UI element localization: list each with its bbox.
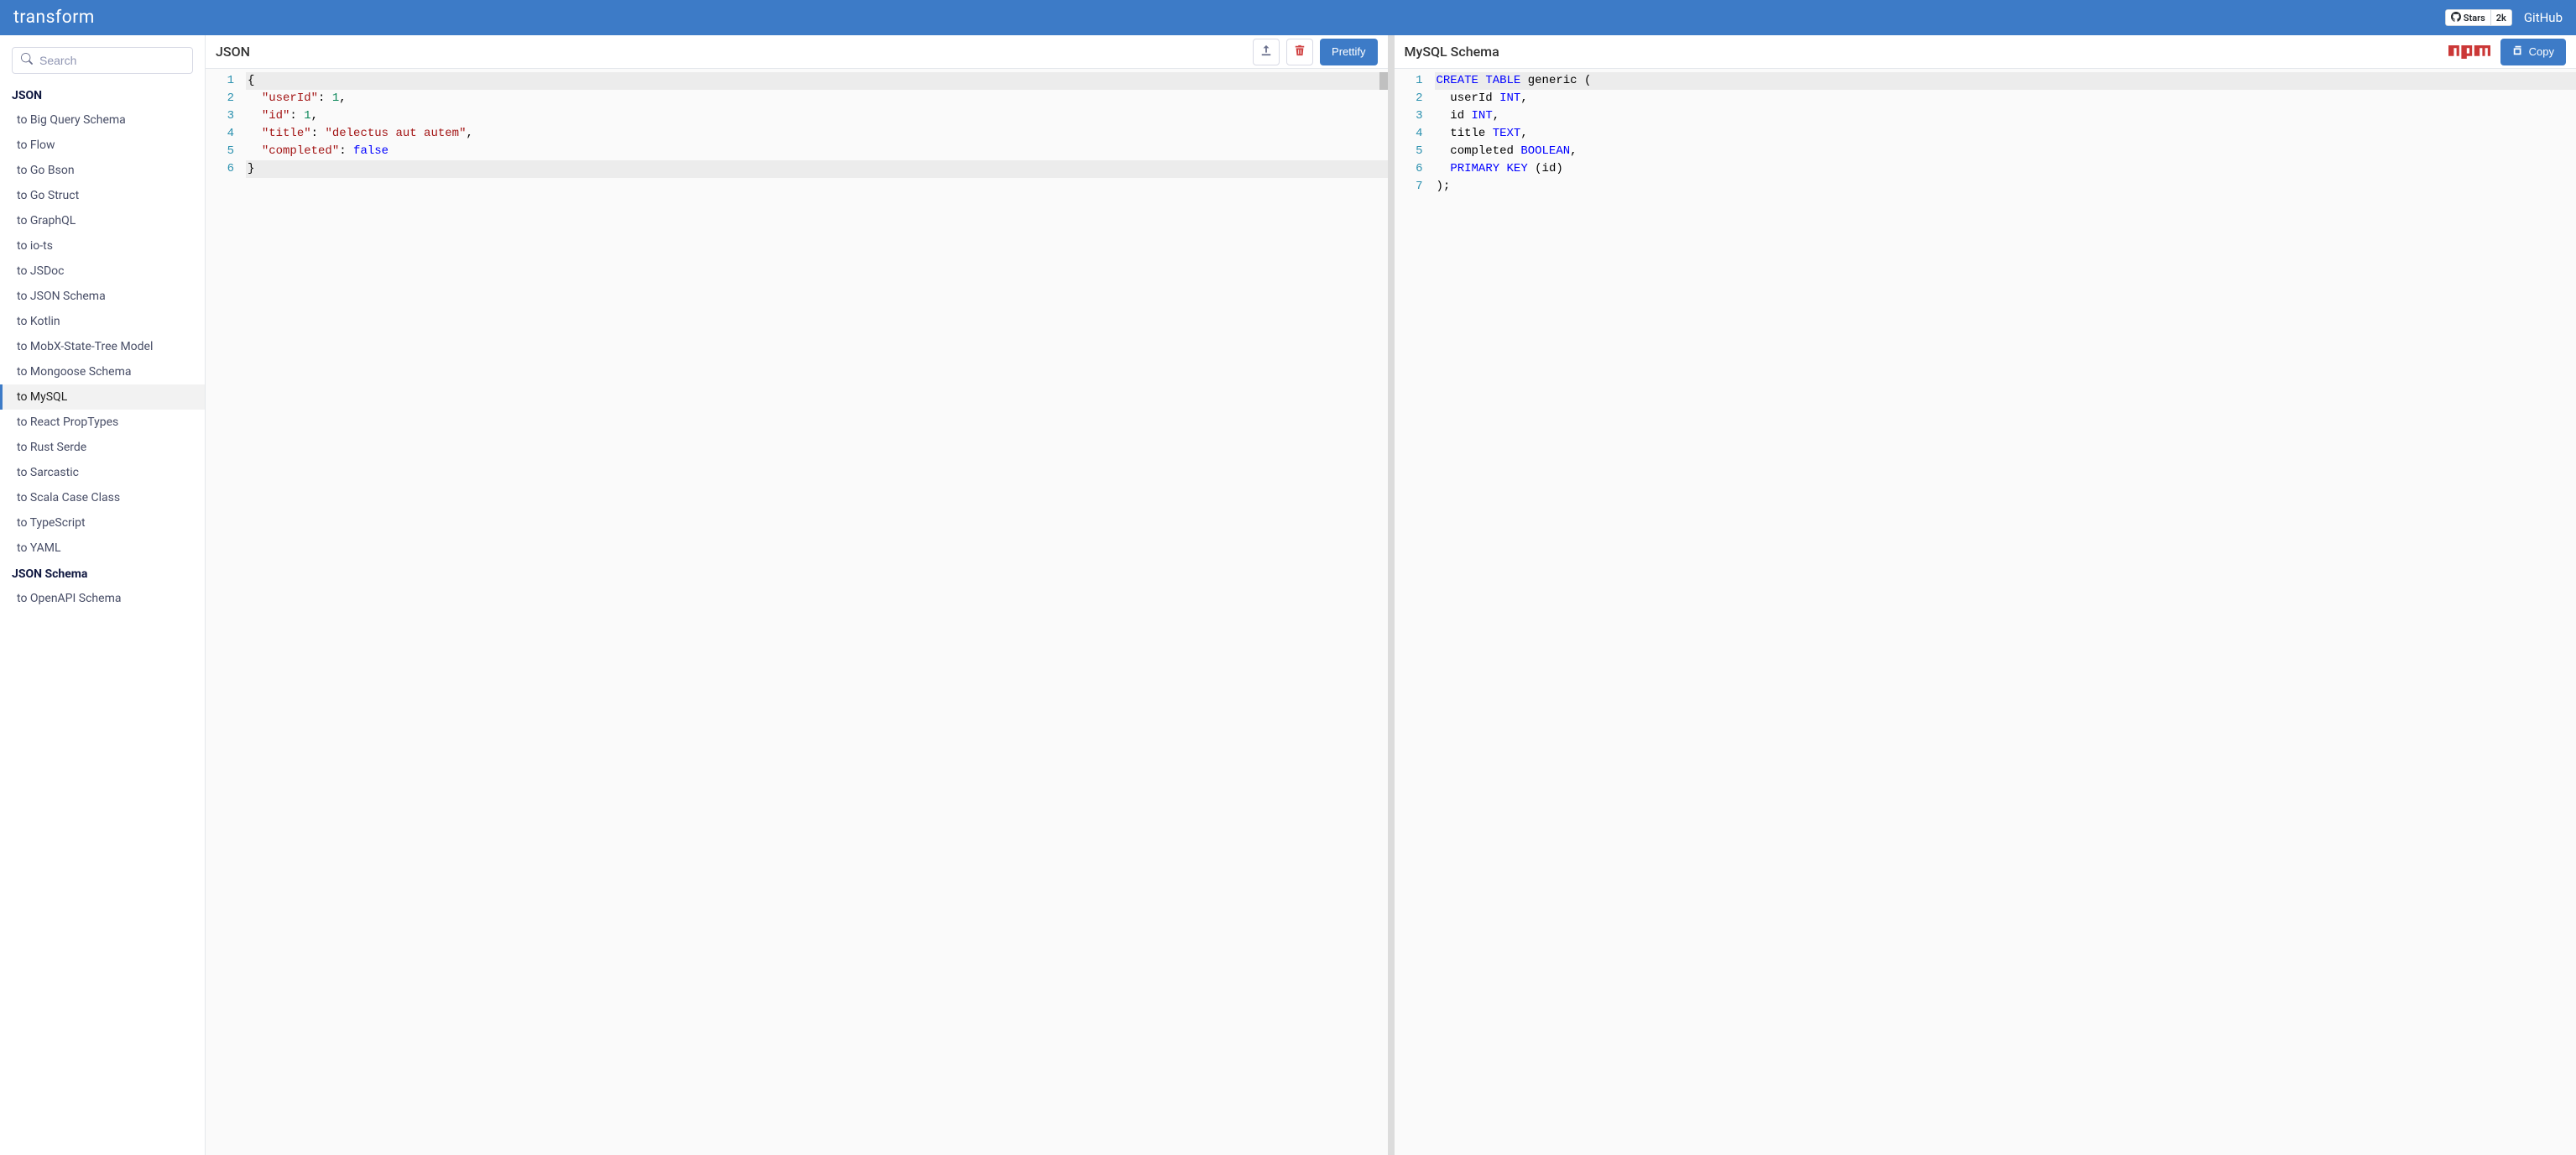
sidebar-item[interactable]: to React PropTypes <box>0 410 205 435</box>
github-stars-label: Stars <box>2464 13 2485 24</box>
sidebar-item[interactable]: to OpenAPI Schema <box>0 586 205 611</box>
sidebar-item[interactable]: to Kotlin <box>0 309 205 334</box>
sidebar-item[interactable]: to MySQL <box>0 384 205 410</box>
sidebar-item[interactable]: to Mongoose Schema <box>0 359 205 384</box>
nav-section-title: JSON <box>0 82 205 107</box>
prettify-button[interactable]: Prettify <box>1320 39 1377 65</box>
sidebar-item[interactable]: to JSON Schema <box>0 284 205 309</box>
input-code[interactable]: { "userId": 1, "id": 1, "title": "delect… <box>246 69 1388 1155</box>
upload-icon <box>1260 44 1272 59</box>
output-code[interactable]: CREATE TABLE generic ( userId INT, id IN… <box>1435 69 2576 1155</box>
sidebar-item[interactable]: to Big Query Schema <box>0 107 205 133</box>
input-pane: JSON Prettify <box>206 35 1395 1155</box>
github-stars-badge[interactable]: Stars 2k <box>2445 9 2512 26</box>
output-pane: MySQL Schema Copy 1234567 CREATE TABLE g… <box>1395 35 2576 1155</box>
sidebar-item[interactable]: to Go Bson <box>0 158 205 183</box>
github-stars-count: 2k <box>2491 9 2512 26</box>
sidebar-item[interactable]: to JSDoc <box>0 259 205 284</box>
sidebar-item[interactable]: to Rust Serde <box>0 435 205 460</box>
output-gutter: 1234567 <box>1395 69 1435 1155</box>
sidebar-item[interactable]: to TypeScript <box>0 510 205 536</box>
clear-button[interactable] <box>1286 39 1313 65</box>
sidebar: JSONto Big Query Schemato Flowto Go Bson… <box>0 35 206 1155</box>
top-header: transform Stars 2k GitHub <box>0 0 2576 35</box>
trash-icon <box>1294 44 1306 59</box>
github-mark-icon <box>2451 12 2461 24</box>
sidebar-item[interactable]: to Flow <box>0 133 205 158</box>
sidebar-item[interactable]: to Sarcastic <box>0 460 205 485</box>
copy-icon <box>2512 44 2524 59</box>
sidebar-item[interactable]: to MobX-State-Tree Model <box>0 334 205 359</box>
npm-icon[interactable] <box>2448 44 2490 60</box>
sidebar-item[interactable]: to Scala Case Class <box>0 485 205 510</box>
github-link[interactable]: GitHub <box>2524 10 2563 25</box>
output-pane-title: MySQL Schema <box>1405 44 2442 60</box>
search-input-wrapper[interactable] <box>12 47 193 74</box>
sidebar-item[interactable]: to io-ts <box>0 233 205 259</box>
minimap-marker <box>1379 72 1388 90</box>
output-editor[interactable]: 1234567 CREATE TABLE generic ( userId IN… <box>1395 69 2576 1155</box>
input-pane-title: JSON <box>216 44 1246 60</box>
sidebar-item[interactable]: to GraphQL <box>0 208 205 233</box>
brand-logo[interactable]: transform <box>13 8 95 28</box>
nav-section-title: JSON Schema <box>0 561 205 586</box>
copy-button[interactable]: Copy <box>2500 39 2566 65</box>
sidebar-item[interactable]: to YAML <box>0 536 205 561</box>
input-gutter: 123456 <box>206 69 246 1155</box>
search-input[interactable] <box>39 54 191 67</box>
input-editor[interactable]: 123456 { "userId": 1, "id": 1, "title": … <box>206 69 1388 1155</box>
upload-button[interactable] <box>1253 39 1280 65</box>
search-icon <box>21 53 33 68</box>
sidebar-item[interactable]: to Go Struct <box>0 183 205 208</box>
